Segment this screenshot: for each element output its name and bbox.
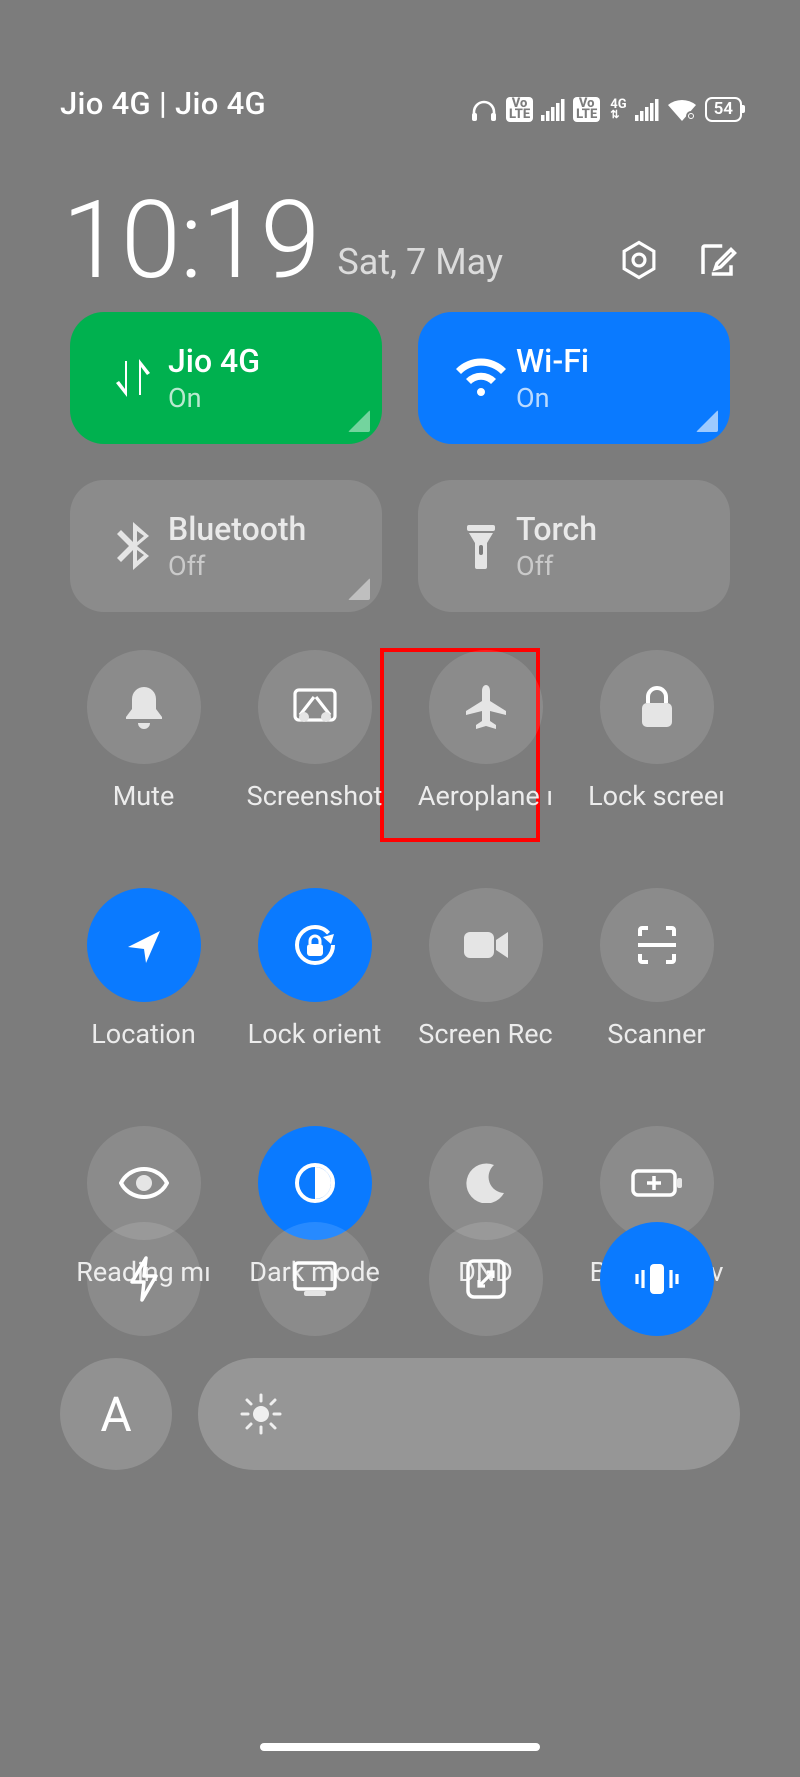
airplane-icon (464, 683, 508, 731)
contrast-icon (293, 1161, 337, 1205)
torch-icon (446, 523, 516, 569)
mute-toggle[interactable]: Mute (59, 650, 229, 846)
wifi-icon (446, 358, 516, 398)
screenshot-toggle[interactable]: Screenshot (230, 650, 400, 846)
bluetooth-state: Off (168, 550, 306, 582)
cast-toggle[interactable] (230, 1222, 400, 1352)
wifi-tile[interactable]: Wi-Fi On (418, 312, 730, 444)
bluetooth-tile[interactable]: Bluetooth Off (70, 480, 382, 612)
location-label: Location (91, 1018, 195, 1050)
screen-rec-toggle[interactable]: Screen Rec (401, 888, 571, 1084)
torch-state: Off (516, 550, 597, 582)
clock-group: 10:19 Sat, 7 May (62, 187, 503, 295)
video-icon (462, 928, 510, 962)
qs-header: 10:19 Sat, 7 May (62, 155, 738, 295)
brightness-row: A (60, 1358, 740, 1470)
resize-icon (465, 1258, 507, 1300)
signal2-icon (635, 99, 659, 121)
clock-date: Sat, 7 May (337, 241, 503, 283)
brightness-slider[interactable] (198, 1358, 740, 1470)
auto-brightness-button[interactable]: A (60, 1358, 172, 1470)
edit-icon[interactable] (696, 239, 738, 281)
lock-screen-label: Lock screeı (588, 780, 725, 812)
bolt-icon (128, 1256, 160, 1302)
volte1-icon: VoLTE (506, 97, 533, 122)
lock-screen-toggle[interactable]: Lock screeı (572, 650, 742, 846)
expand-triangle-icon (348, 578, 370, 600)
clock-time: 10:19 (62, 187, 319, 295)
toggle-row4 (58, 1222, 742, 1352)
big-tiles: Jio 4G On Wi-Fi On Bluetooth Off Torch O… (70, 312, 730, 612)
bluetooth-label: Bluetooth (168, 510, 306, 548)
screen-rec-label: Screen Rec (418, 1018, 552, 1050)
wifi-state: On (516, 382, 589, 414)
wifi-status-icon (667, 99, 697, 121)
scissors-icon (292, 687, 338, 727)
aeroplane-label: Aeroplane ı (418, 780, 553, 812)
status-carrier: Jio 4G | Jio 4G (60, 85, 266, 122)
battery-indicator: 54 (705, 97, 742, 122)
flash-charge-toggle[interactable] (59, 1222, 229, 1352)
aeroplane-toggle[interactable]: Aeroplane ı (401, 650, 571, 846)
location-arrow-icon (124, 925, 164, 965)
cast-icon (292, 1260, 338, 1298)
lock-icon (638, 685, 676, 729)
vibrate-icon (630, 1260, 684, 1298)
sun-icon (240, 1393, 282, 1435)
expand-triangle-icon (696, 410, 718, 432)
screenshot-label: Screenshot (247, 780, 383, 812)
torch-tile[interactable]: Torch Off (418, 480, 730, 612)
fourg-icon: 4G⇅ (610, 100, 626, 120)
bluetooth-icon (98, 522, 168, 570)
expand-triangle-icon (348, 410, 370, 432)
vibrate-toggle[interactable] (572, 1222, 742, 1352)
scanner-toggle[interactable]: Scanner (572, 888, 742, 1084)
battery-plus-icon (631, 1168, 683, 1198)
volte2-icon: VoLTE (573, 97, 600, 122)
mobile-data-state: On (168, 382, 260, 414)
mobile-data-tile[interactable]: Jio 4G On (70, 312, 382, 444)
bell-icon (122, 683, 166, 731)
settings-icon[interactable] (618, 239, 660, 281)
moon-icon (466, 1163, 506, 1203)
mute-label: Mute (113, 780, 175, 812)
eye-icon (119, 1167, 169, 1199)
floating-window-toggle[interactable] (401, 1222, 571, 1352)
lock-orient-label: Lock orient (248, 1018, 382, 1050)
scanner-label: Scanner (607, 1018, 705, 1050)
status-bar: Jio 4G | Jio 4G VoLTE VoLTE 4G⇅ 54 (0, 0, 800, 140)
wifi-label: Wi-Fi (516, 342, 589, 380)
location-toggle[interactable]: Location (59, 888, 229, 1084)
signal1-icon (541, 99, 565, 121)
lock-orient-toggle[interactable]: Lock orient (230, 888, 400, 1084)
mobile-data-icon (98, 355, 168, 401)
torch-label: Torch (516, 510, 597, 548)
status-indicators: VoLTE VoLTE 4G⇅ 54 (470, 97, 742, 122)
nav-handle[interactable] (260, 1743, 540, 1751)
scan-icon (636, 924, 678, 966)
mobile-data-label: Jio 4G (168, 342, 260, 380)
rotation-lock-icon (290, 920, 340, 970)
headphone-icon (470, 99, 498, 121)
